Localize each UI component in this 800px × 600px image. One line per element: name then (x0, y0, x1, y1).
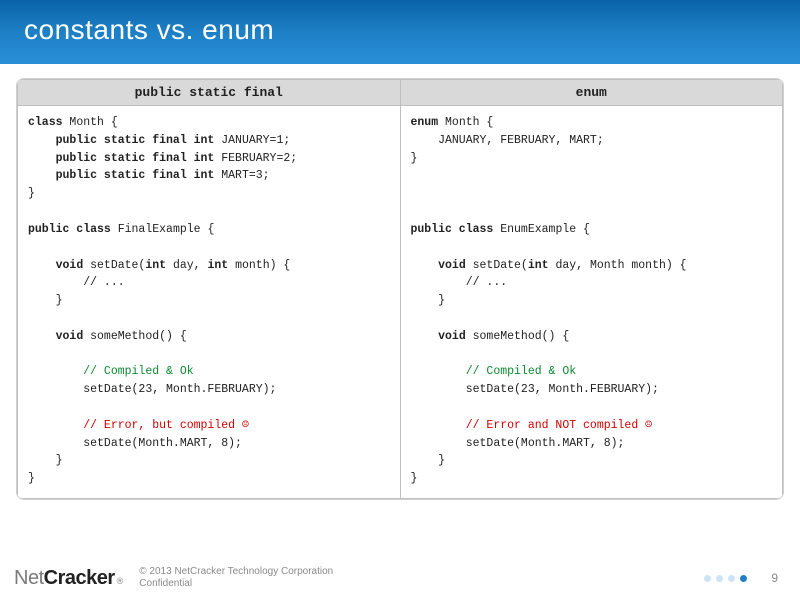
page-number: 9 (771, 571, 778, 585)
slide-title: constants vs. enum (0, 0, 800, 64)
footer: Net Cracker ® © 2013 NetCracker Technolo… (0, 558, 800, 600)
code-right: enum Month { JANUARY, FEBRUARY, MART; } … (411, 114, 773, 488)
copyright-line2: Confidential (139, 578, 333, 590)
logo-part2: Cracker (44, 567, 115, 590)
copyright-line1: © 2013 NetCracker Technology Corporation (139, 566, 333, 578)
dot-icon (740, 575, 747, 582)
code-left: class Month { public static final int JA… (28, 114, 390, 488)
logo: Net Cracker ® (14, 567, 123, 590)
header-right: enum (400, 80, 783, 106)
comparison-card: public static final enum class Month { p… (16, 78, 784, 500)
logo-part1: Net (14, 567, 44, 590)
pager-dots (704, 575, 747, 582)
cell-left: class Month { public static final int JA… (18, 106, 401, 499)
header-left: public static final (18, 80, 401, 106)
slide: constants vs. enum public static final e… (0, 0, 800, 600)
logo-registered: ® (117, 576, 124, 586)
dot-icon (728, 575, 735, 582)
dot-icon (716, 575, 723, 582)
dot-icon (704, 575, 711, 582)
comparison-table: public static final enum class Month { p… (17, 79, 783, 499)
cell-right: enum Month { JANUARY, FEBRUARY, MART; } … (400, 106, 783, 499)
copyright: © 2013 NetCracker Technology Corporation… (139, 566, 333, 590)
